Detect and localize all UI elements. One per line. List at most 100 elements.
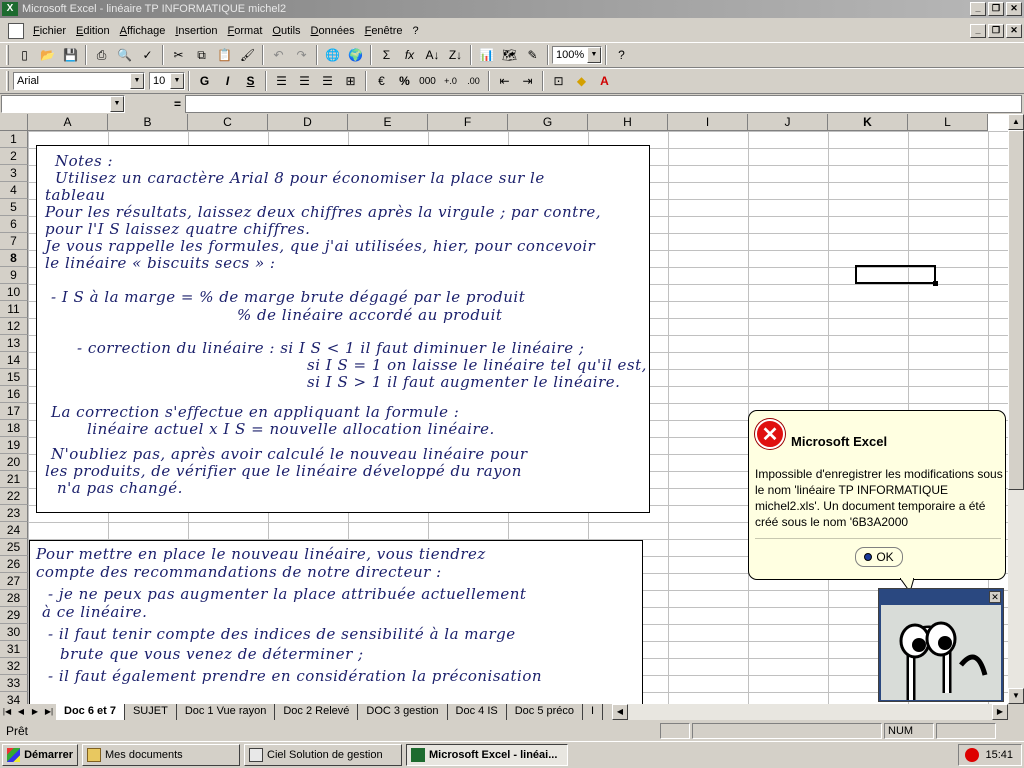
drawing-icon[interactable]: ✎	[521, 44, 544, 66]
scroll-right-icon[interactable]: ▶	[992, 704, 1008, 720]
redo-icon[interactable]: ↷	[290, 44, 313, 66]
close-icon[interactable]: ✕	[989, 591, 1001, 603]
autosum-icon[interactable]: Σ	[375, 44, 398, 66]
paste-icon[interactable]: 📋	[213, 44, 236, 66]
menu-insertion[interactable]: Insertion	[170, 25, 222, 37]
sort-desc-icon[interactable]: Z↓	[444, 44, 467, 66]
row-header[interactable]: 3	[0, 165, 28, 182]
italic-button[interactable]: I	[216, 70, 239, 92]
active-cell[interactable]	[855, 265, 938, 286]
scroll-up-icon[interactable]: ▲	[1008, 114, 1024, 130]
office-assistant[interactable]: ✕	[878, 588, 1004, 702]
align-right-icon[interactable]: ☰	[316, 70, 339, 92]
row-header[interactable]: 28	[0, 590, 28, 607]
worksheet-grid[interactable]: ABCDEFGHIJKL 1 2 3 4 5 6 7 8 9 10 11 12 13 14 15 16 17 18…	[0, 114, 1008, 704]
row-header[interactable]: 22	[0, 488, 28, 505]
underline-button[interactable]: S	[239, 70, 262, 92]
sheet-tab[interactable]: I	[583, 704, 604, 720]
menu-affichage[interactable]: Affichage	[115, 25, 171, 37]
row-header[interactable]: 2	[0, 148, 28, 165]
row-header[interactable]: 20	[0, 454, 28, 471]
row-header[interactable]: 25	[0, 539, 28, 556]
map-icon[interactable]: 🗺	[498, 44, 521, 66]
row-header[interactable]: 19	[0, 437, 28, 454]
column-header[interactable]: G	[508, 114, 588, 131]
row-header[interactable]: 18	[0, 420, 28, 437]
row-header[interactable]: 17	[0, 403, 28, 420]
row-header[interactable]: 4	[0, 182, 28, 199]
row-header[interactable]: 1	[0, 131, 28, 148]
row-header[interactable]: 14	[0, 352, 28, 369]
row-header[interactable]: 8	[0, 250, 28, 267]
close-button[interactable]: ✕	[1006, 2, 1022, 16]
help-icon[interactable]: ?	[610, 44, 633, 66]
column-header[interactable]: E	[348, 114, 428, 131]
font-size-select[interactable]: 10 ▼	[149, 72, 185, 90]
row-header[interactable]: 31	[0, 641, 28, 658]
scroll-down-icon[interactable]: ▼	[1008, 688, 1024, 704]
handwritten-notes-image[interactable]: Notes : Utilisez un caractère Arial 8 pou…	[36, 145, 650, 513]
task-mes-documents[interactable]: Mes documents	[82, 744, 240, 766]
handwritten-recommendations-image[interactable]: Pour mettre en place le nouveau linéaire…	[29, 540, 643, 704]
align-left-icon[interactable]: ☰	[270, 70, 293, 92]
menu-format[interactable]: Format	[223, 25, 268, 37]
ok-button[interactable]: OK	[855, 547, 903, 567]
font-select[interactable]: Arial ▼	[13, 72, 145, 90]
column-header[interactable]: H	[588, 114, 668, 131]
fill-color-icon[interactable]: ◆	[570, 70, 593, 92]
row-header[interactable]: 26	[0, 556, 28, 573]
row-header[interactable]: 9	[0, 267, 28, 284]
percent-button[interactable]: %	[393, 70, 416, 92]
function-icon[interactable]: fx	[398, 44, 421, 66]
menu-fenetre[interactable]: Fenêtre	[360, 25, 408, 37]
menu-edition[interactable]: Edition	[71, 25, 115, 37]
doc-close-button[interactable]: ✕	[1006, 24, 1022, 38]
font-color-icon[interactable]: A	[593, 70, 616, 92]
task-excel[interactable]: Microsoft Excel - linéai...	[406, 744, 568, 766]
row-header[interactable]: 24	[0, 522, 28, 539]
scroll-thumb[interactable]	[1008, 130, 1024, 490]
web-toolbar-icon[interactable]: 🌍	[344, 44, 367, 66]
zoom-select[interactable]: 100% ▼	[552, 46, 602, 64]
menu-fichier[interactable]: Fichier	[28, 25, 71, 37]
column-header[interactable]: F	[428, 114, 508, 131]
copy-icon[interactable]: ⧉	[190, 44, 213, 66]
vertical-scrollbar[interactable]: ▲ ▼	[1008, 114, 1024, 704]
row-header[interactable]: 16	[0, 386, 28, 403]
decrease-decimal-icon[interactable]: .00	[462, 70, 485, 92]
column-header[interactable]: C	[188, 114, 268, 131]
row-header[interactable]: 34	[0, 692, 28, 704]
column-header[interactable]: A	[28, 114, 108, 131]
chevron-down-icon[interactable]: ▼	[110, 96, 124, 112]
column-header[interactable]: L	[908, 114, 988, 131]
chart-wizard-icon[interactable]: 📊	[475, 44, 498, 66]
column-header[interactable]: B	[108, 114, 188, 131]
print-preview-icon[interactable]: 🔍	[113, 44, 136, 66]
row-header[interactable]: 10	[0, 284, 28, 301]
row-header[interactable]: 21	[0, 471, 28, 488]
borders-icon[interactable]: ⊡	[547, 70, 570, 92]
sheet-tab[interactable]: DOC 3 gestion	[358, 704, 448, 720]
spelling-icon[interactable]: ✓	[136, 44, 159, 66]
row-header[interactable]: 12	[0, 318, 28, 335]
doc-minimize-button[interactable]: _	[970, 24, 986, 38]
sheet-tab[interactable]: Doc 1 Vue rayon	[177, 704, 276, 720]
row-header[interactable]: 30	[0, 624, 28, 641]
minimize-button[interactable]: _	[970, 2, 986, 16]
restore-button[interactable]: ❐	[988, 2, 1004, 16]
select-all-corner[interactable]	[0, 114, 28, 131]
decrease-indent-icon[interactable]: ⇤	[493, 70, 516, 92]
chevron-down-icon[interactable]: ▼	[170, 73, 184, 89]
menu-help[interactable]: ?	[408, 25, 424, 37]
chevron-down-icon[interactable]: ▼	[587, 47, 601, 63]
row-header[interactable]: 27	[0, 573, 28, 590]
first-sheet-icon[interactable]: |◀	[0, 705, 14, 719]
row-header[interactable]: 32	[0, 658, 28, 675]
row-header[interactable]: 7	[0, 233, 28, 250]
undo-icon[interactable]: ↶	[267, 44, 290, 66]
currency-icon[interactable]: €	[370, 70, 393, 92]
align-center-icon[interactable]: ☰	[293, 70, 316, 92]
hyperlink-icon[interactable]: 🌐	[321, 44, 344, 66]
last-sheet-icon[interactable]: ▶|	[42, 705, 56, 719]
sheet-tab[interactable]: SUJET	[125, 704, 177, 720]
